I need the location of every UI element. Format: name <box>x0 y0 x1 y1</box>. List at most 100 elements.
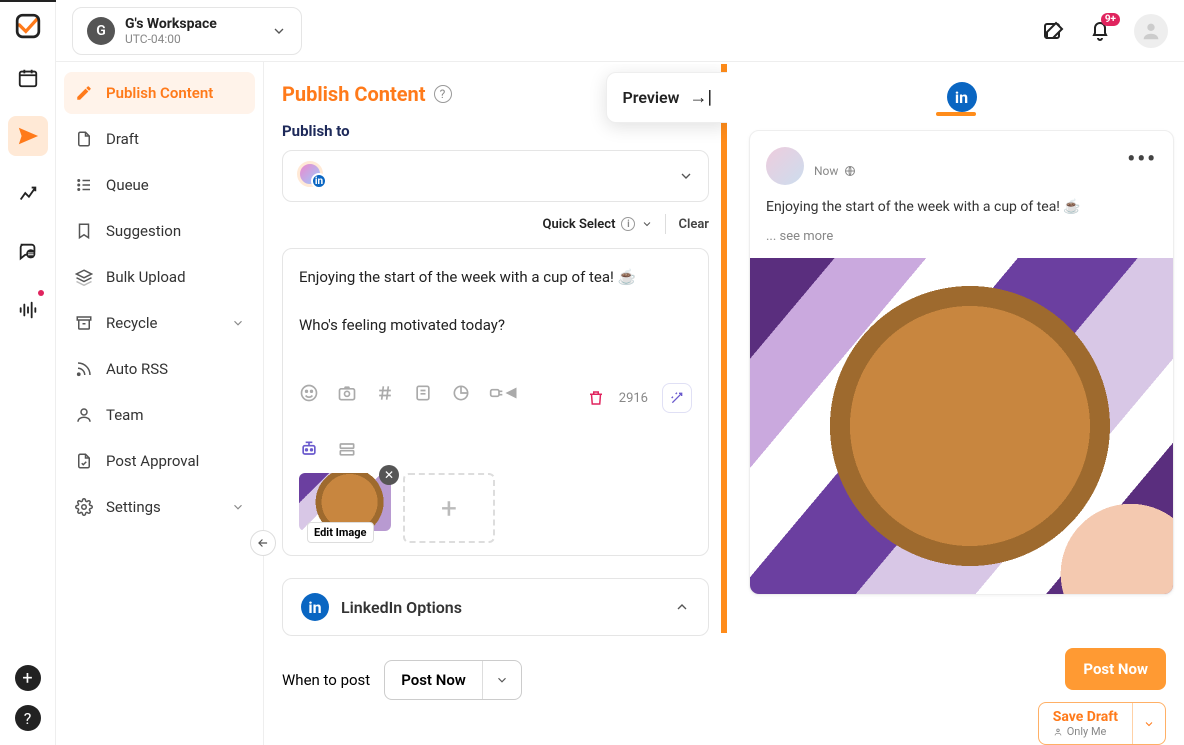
sidebar-item-label: Auto RSS <box>106 360 168 378</box>
save-draft-button[interactable]: Save Draft Only Me <box>1038 702 1166 745</box>
chevron-down-icon <box>231 316 245 330</box>
camera-icon[interactable] <box>337 383 357 403</box>
publish-to-label: Publish to <box>282 122 709 140</box>
user-avatar[interactable] <box>1134 14 1168 48</box>
rail-calendar-icon[interactable] <box>8 58 48 98</box>
list-icon <box>74 176 94 194</box>
template-icon[interactable] <box>413 383 433 403</box>
quick-select-label[interactable]: Quick Select <box>543 217 616 232</box>
preview-toggle-tab[interactable]: Preview →| <box>606 72 728 123</box>
when-to-post-label: When to post <box>282 671 370 689</box>
ai-robot-icon[interactable] <box>299 439 319 459</box>
page-title: Publish Content <box>282 82 426 106</box>
sidebar-item-publish-content[interactable]: Publish Content <box>64 72 255 114</box>
sidebar-item-bulk-upload[interactable]: Bulk Upload <box>64 256 255 298</box>
see-more-link[interactable]: ... see more <box>766 229 1157 244</box>
remove-media-button[interactable]: ✕ <box>379 465 399 485</box>
hashtag-icon[interactable] <box>375 383 395 403</box>
pencil-icon <box>74 84 94 102</box>
user-icon <box>74 406 94 424</box>
sidebar-item-auto-rss[interactable]: Auto RSS <box>64 348 255 390</box>
selected-accounts: in <box>297 161 333 191</box>
sidebar-item-post-approval[interactable]: Post Approval <box>64 440 255 482</box>
chevron-down-icon <box>678 168 694 184</box>
sidebar-item-recycle[interactable]: Recycle <box>64 302 255 344</box>
publish-to-selector[interactable]: in <box>282 150 709 202</box>
post-time: Now <box>814 164 838 178</box>
bookmark-icon <box>74 222 94 240</box>
rail-add-button[interactable]: + <box>15 665 41 691</box>
top-bar: G G's Workspace UTC-04:00 9+ <box>56 0 1184 62</box>
sidebar-item-suggestion[interactable]: Suggestion <box>64 210 255 252</box>
clear-button[interactable]: Clear <box>678 217 709 232</box>
sidebar-item-label: Bulk Upload <box>106 268 186 286</box>
archive-icon <box>74 314 94 332</box>
rail-help-button[interactable]: ? <box>15 705 41 731</box>
bell-icon[interactable]: 9+ <box>1088 19 1112 43</box>
sidebar: Publish Content Draft Queue Suggestion B… <box>56 2 264 745</box>
rail-analytics-icon[interactable] <box>8 174 48 214</box>
add-media-button[interactable]: + <box>403 473 495 543</box>
plug-icon[interactable] <box>489 383 519 403</box>
chevron-down-icon <box>483 663 521 697</box>
post-now-button[interactable]: Post Now <box>1065 648 1166 690</box>
file-check-icon <box>74 452 94 470</box>
sidebar-item-settings[interactable]: Settings <box>64 486 255 528</box>
collapse-sidebar-button[interactable] <box>250 530 276 556</box>
chevron-down-icon[interactable] <box>641 218 653 230</box>
post-text: Enjoying the start of the week with a cu… <box>766 199 1157 215</box>
preview-label: Preview <box>623 88 680 107</box>
sidebar-item-label: Post Approval <box>106 452 199 470</box>
chevron-down-icon <box>271 23 287 39</box>
emoji-icon[interactable] <box>299 383 319 403</box>
workspace-timezone: UTC-04:00 <box>125 32 217 46</box>
preview-tab-linkedin[interactable]: in <box>947 82 977 112</box>
sidebar-item-team[interactable]: Team <box>64 394 255 436</box>
gear-icon <box>74 498 94 516</box>
post-more-button[interactable]: ••• <box>1127 147 1157 172</box>
sidebar-item-label: Suggestion <box>106 222 181 240</box>
rail-audio-dot <box>38 290 44 296</box>
post-image <box>750 258 1173 594</box>
sidebar-item-label: Settings <box>106 498 161 516</box>
linkedin-badge-icon: in <box>311 173 327 189</box>
help-icon[interactable]: ? <box>434 85 452 103</box>
save-draft-dropdown[interactable] <box>1132 703 1165 744</box>
sidebar-item-queue[interactable]: Queue <box>64 164 255 206</box>
workspace-switcher[interactable]: G G's Workspace UTC-04:00 <box>72 7 302 55</box>
rss-icon <box>74 360 94 378</box>
edit-image-button[interactable]: Edit Image <box>307 522 374 543</box>
rows-icon[interactable] <box>337 439 357 459</box>
compose-icon[interactable] <box>1042 19 1066 43</box>
magic-wand-icon[interactable] <box>662 383 692 413</box>
draft-visibility: Only Me <box>1067 725 1107 738</box>
app-logo <box>14 12 42 40</box>
file-icon <box>74 130 94 148</box>
rail-audio-icon[interactable] <box>8 290 48 330</box>
rail-publish-icon[interactable] <box>8 116 48 156</box>
notification-badge: 9+ <box>1101 13 1120 26</box>
post-author-name <box>814 147 856 161</box>
linkedin-icon: in <box>301 593 329 621</box>
sidebar-item-label: Recycle <box>106 314 158 332</box>
divider <box>665 214 666 234</box>
linkedin-options-panel[interactable]: in LinkedIn Options <box>282 578 709 636</box>
trash-icon[interactable] <box>587 389 605 407</box>
info-icon[interactable]: i <box>621 217 635 231</box>
scroll-indicator[interactable] <box>721 64 727 633</box>
rail-chat-icon[interactable] <box>8 232 48 272</box>
compose-textarea[interactable]: Enjoying the start of the week with a cu… <box>299 265 692 365</box>
when-to-post-select[interactable]: Post Now <box>384 660 522 700</box>
linkedin-options-label: LinkedIn Options <box>341 598 462 617</box>
main-area: Preview →| Publish Content ? Publish to … <box>264 64 1184 745</box>
workspace-avatar: G <box>87 17 115 45</box>
editor-pane: Preview →| Publish Content ? Publish to … <box>264 64 727 745</box>
globe-icon <box>844 165 856 177</box>
chart-icon[interactable] <box>451 383 471 403</box>
preview-pane: in Now ••• <box>727 64 1184 745</box>
media-thumbnail[interactable]: ✕ Edit Image <box>299 473 391 543</box>
sidebar-item-label: Team <box>106 406 144 424</box>
sidebar-item-label: Draft <box>106 130 139 148</box>
compose-box: Enjoying the start of the week with a cu… <box>282 248 709 556</box>
sidebar-item-draft[interactable]: Draft <box>64 118 255 160</box>
